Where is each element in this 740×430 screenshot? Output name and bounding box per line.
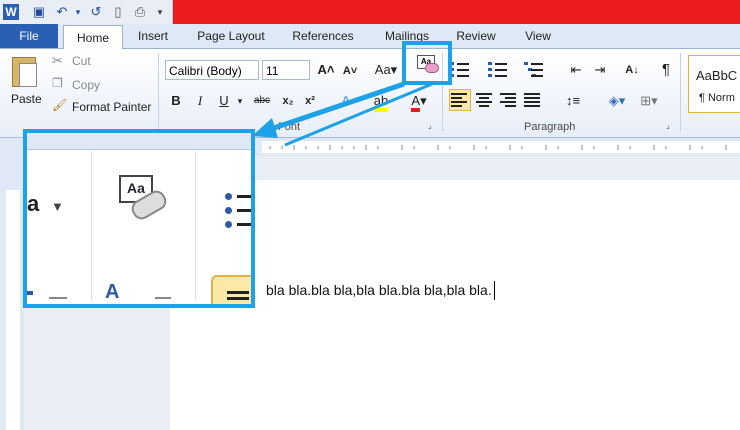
zoom-bullets-icon bbox=[225, 193, 251, 233]
zoom-ruler-band bbox=[27, 133, 251, 150]
zoom-fragment bbox=[49, 297, 67, 299]
zoom-text-effects-fragment: A bbox=[105, 281, 120, 303]
clear-formatting-highlight: Aa bbox=[402, 41, 452, 85]
zoom-clear-formatting-icon: Aa bbox=[119, 175, 170, 223]
zoom-change-case-fragment: a bbox=[27, 191, 40, 216]
zoom-fragment bbox=[27, 291, 33, 295]
zoom-callout: a ▼ Aa A bbox=[23, 129, 255, 308]
zoom-dropdown-icon: ▼ bbox=[51, 199, 64, 214]
zoom-separator bbox=[91, 151, 92, 301]
zoom-align-left-fragment bbox=[211, 275, 251, 304]
zoom-fragment bbox=[155, 297, 171, 299]
zoom-separator bbox=[195, 151, 196, 301]
clear-formatting-icon[interactable]: Aa bbox=[415, 53, 441, 75]
